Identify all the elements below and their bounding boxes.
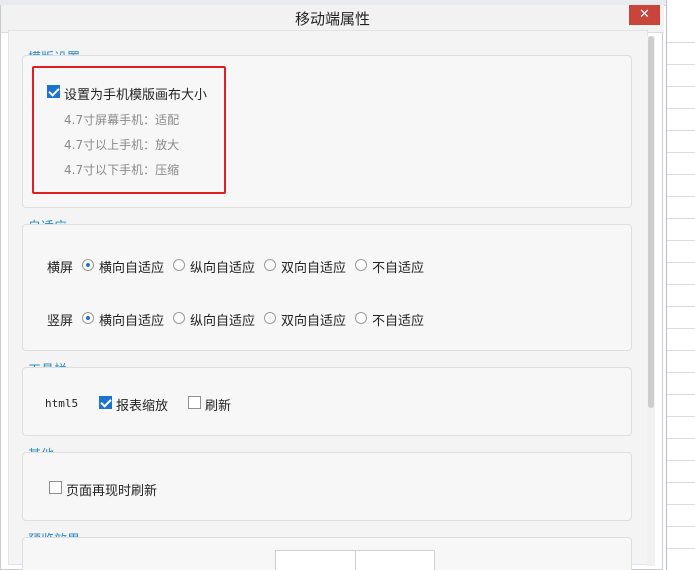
- landscape-horizontal-radio[interactable]: [82, 259, 94, 271]
- landscape-horizontal-label[interactable]: 横向自适应: [99, 257, 164, 276]
- background-spreadsheet-grid: [666, 0, 695, 570]
- refresh-label[interactable]: 刷新: [205, 395, 231, 414]
- preview-table-divider: [355, 551, 356, 570]
- landscape-both-radio[interactable]: [264, 259, 276, 271]
- adaptive-group: [22, 224, 632, 351]
- toolbar-group: [22, 367, 632, 436]
- close-icon: ✕: [639, 7, 650, 22]
- portrait-none-label[interactable]: 不自适应: [372, 310, 424, 329]
- highlight-annotation-box: [32, 66, 226, 194]
- portrait-both-label[interactable]: 双向自适应: [281, 310, 346, 329]
- preview-table: [275, 550, 435, 570]
- refresh-on-reappear-label[interactable]: 页面再现时刷新: [66, 480, 157, 499]
- landscape-vertical-radio[interactable]: [173, 259, 185, 271]
- dialog-title: 移动端属性: [294, 10, 370, 28]
- dialog-titlebar[interactable]: 移动端属性 ✕: [1, 5, 664, 33]
- html5-label: html5: [45, 397, 79, 410]
- landscape-vertical-label[interactable]: 纵向自适应: [190, 257, 255, 276]
- report-zoom-label[interactable]: 报表缩放: [116, 395, 168, 414]
- landscape-none-radio[interactable]: [355, 259, 367, 271]
- landscape-both-label[interactable]: 双向自适应: [281, 257, 346, 276]
- landscape-none-label[interactable]: 不自适应: [372, 257, 424, 276]
- report-zoom-checkbox[interactable]: [99, 396, 112, 409]
- vertical-scrollbar[interactable]: [647, 36, 655, 566]
- portrait-vertical-radio[interactable]: [173, 312, 185, 324]
- portrait-none-radio[interactable]: [355, 312, 367, 324]
- portrait-both-radio[interactable]: [264, 312, 276, 324]
- portrait-vertical-label[interactable]: 纵向自适应: [190, 310, 255, 329]
- portrait-horizontal-radio[interactable]: [82, 312, 94, 324]
- landscape-label: 横屏: [47, 261, 74, 276]
- portrait-label: 竖屏: [47, 314, 74, 329]
- close-button[interactable]: ✕: [629, 5, 660, 25]
- scrollbar-thumb[interactable]: [648, 36, 654, 408]
- refresh-on-reappear-checkbox[interactable]: [49, 481, 62, 494]
- portrait-horizontal-label[interactable]: 横向自适应: [99, 310, 164, 329]
- refresh-checkbox[interactable]: [188, 396, 201, 409]
